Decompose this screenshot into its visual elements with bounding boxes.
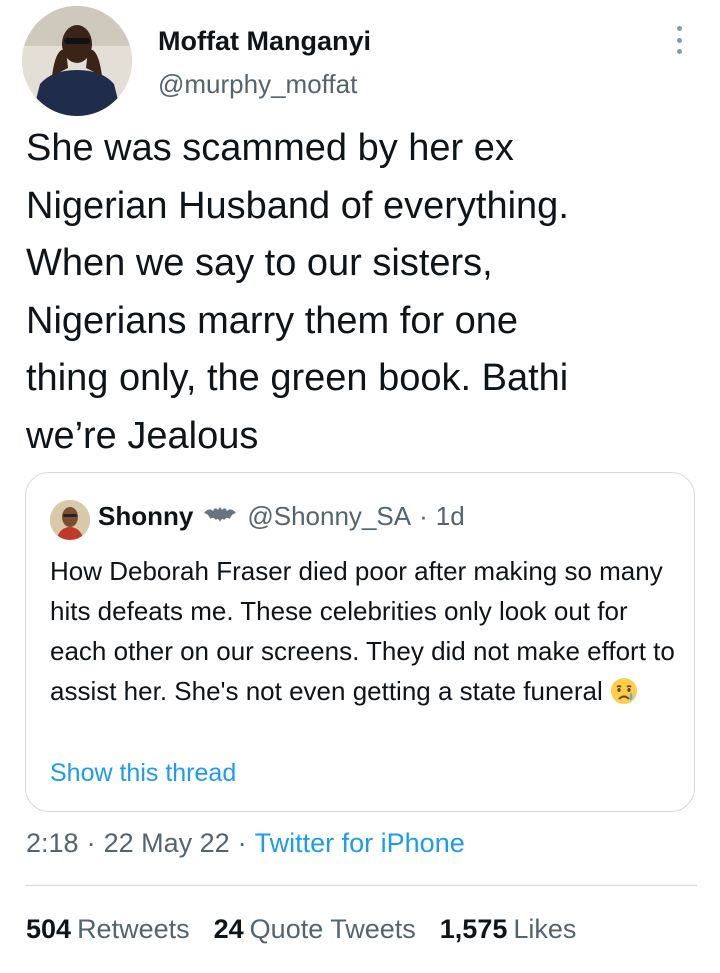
likes-count: 1,575 <box>439 914 508 944</box>
quote-tweets-label: Quote Tweets <box>249 914 416 944</box>
quote-tweets-stat[interactable]: 24 Quote Tweets <box>214 914 416 945</box>
tweet-metadata: 2:18 · 22 May 22 · Twitter for iPhone <box>26 828 465 859</box>
quoted-separator: · <box>419 501 428 531</box>
show-thread-link[interactable]: Show this thread <box>50 759 236 788</box>
quoted-tweet-body: How Deborah Fraser died poor after makin… <box>50 556 675 706</box>
quoted-header: Shonny @Shonny_SA · 1d <box>98 501 465 532</box>
tweet-source-link[interactable]: Twitter for iPhone <box>255 828 465 858</box>
likes-label: Likes <box>513 914 577 944</box>
tweet-time[interactable]: 2:18 <box>26 828 79 858</box>
retweets-stat[interactable]: 504 Retweets <box>26 914 190 945</box>
tweet-date[interactable]: 22 May 22 <box>104 828 230 858</box>
divider <box>25 885 697 886</box>
more-vertical-icon[interactable] <box>668 22 690 58</box>
quote-tweets-count: 24 <box>213 914 244 944</box>
quoted-display-name[interactable]: Shonny <box>98 501 193 532</box>
quoted-handle[interactable]: @Shonny_SA <box>247 501 411 532</box>
tweet-text: She was scammed by her ex Nigerian Husba… <box>26 127 569 457</box>
bat-emoji-icon <box>203 501 237 532</box>
author-display-name[interactable]: Moffat Manganyi <box>158 26 371 57</box>
quoted-author-avatar[interactable] <box>50 500 90 540</box>
retweets-count: 504 <box>26 914 72 944</box>
quoted-tweet-text: How Deborah Fraser died poor after makin… <box>50 551 680 711</box>
meta-separator: · <box>237 828 247 858</box>
quoted-tweet-card[interactable]: Shonny @Shonny_SA · 1d How Deborah Frase… <box>25 472 695 812</box>
engagement-stats: 504 Retweets 24 Quote Tweets 1,575 Likes <box>26 914 600 945</box>
author-handle[interactable]: @murphy_moffat <box>158 69 357 100</box>
author-avatar[interactable] <box>22 6 132 116</box>
likes-stat[interactable]: 1,575 Likes <box>440 914 577 945</box>
meta-separator: · <box>86 828 96 858</box>
retweets-label: Retweets <box>77 914 190 944</box>
crying-face-emoji-icon <box>609 676 639 706</box>
quoted-timestamp[interactable]: 1d <box>436 501 465 532</box>
